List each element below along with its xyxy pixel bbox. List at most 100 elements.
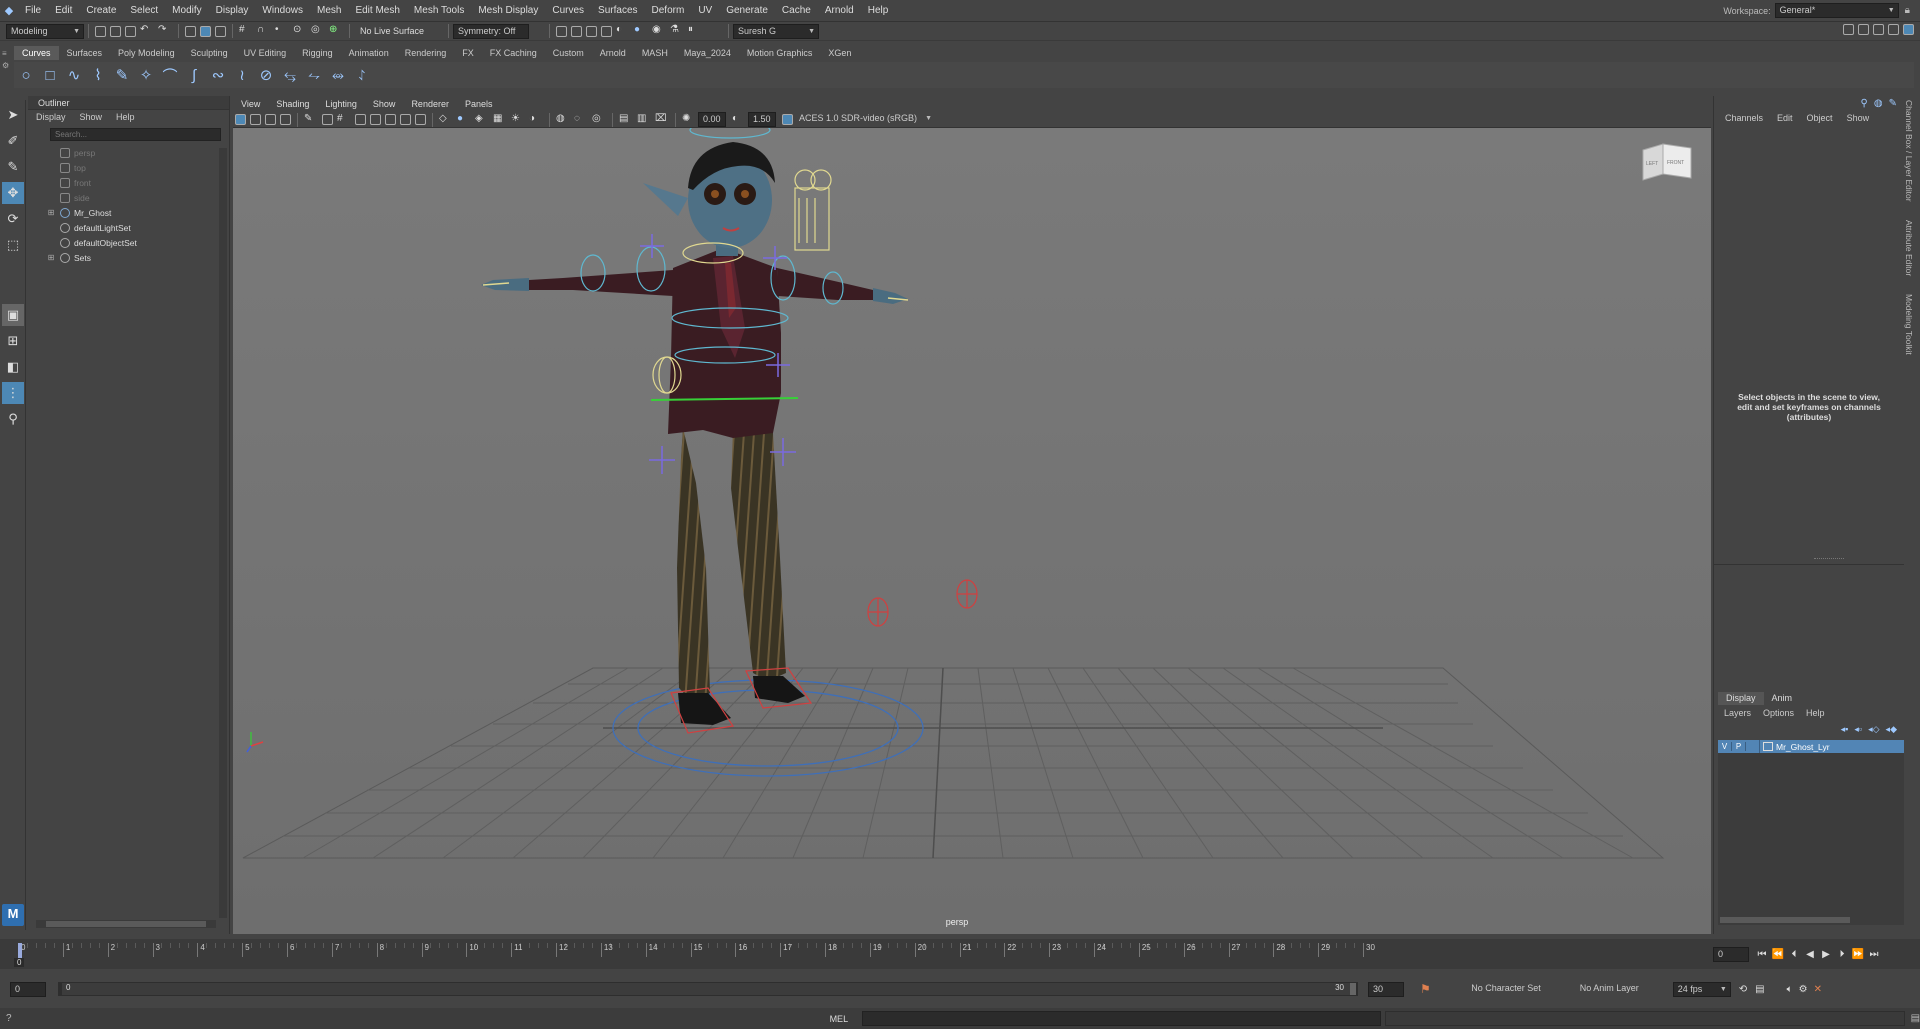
side-tab-2[interactable]: Modeling Toolkit	[1904, 294, 1914, 355]
2d-pan-zoom-icon[interactable]	[322, 114, 333, 125]
menu-curves[interactable]: Curves	[545, 0, 591, 22]
persp-outliner-layout-icon[interactable]: ◧	[2, 356, 24, 378]
safe-action-icon[interactable]	[415, 114, 426, 125]
outliner-item[interactable]: defaultLightSet	[28, 220, 229, 235]
hypershade-icon[interactable]: ◐	[616, 24, 630, 38]
maya-home-icon[interactable]: M	[2, 904, 24, 926]
film-gate-icon[interactable]	[355, 114, 366, 125]
viewport-menu-renderer[interactable]: Renderer	[411, 97, 449, 111]
extend-curve-icon[interactable]: ⥃	[278, 63, 302, 87]
outliner-horizontal-scrollbar[interactable]	[36, 920, 216, 928]
shelf-tab-uv-editing[interactable]: UV Editing	[236, 46, 295, 60]
rebuild-curve-icon[interactable]: ⥈	[326, 63, 350, 87]
smooth-shade-icon[interactable]: ●	[457, 113, 471, 127]
outliner-item[interactable]: persp	[28, 145, 229, 160]
toggle-modeling-toolkit-icon[interactable]	[1843, 24, 1854, 35]
nurbs-circle-icon[interactable]: ○	[14, 63, 38, 87]
viewport-menu-view[interactable]: View	[241, 97, 260, 111]
cache-playback-icon[interactable]: ▤	[1755, 984, 1764, 995]
lasso-tool-icon[interactable]: ✐	[2, 130, 24, 152]
select-tool-icon[interactable]: ➤	[2, 104, 24, 126]
snap-view-icon[interactable]: ⊙	[293, 24, 307, 38]
new-scene-icon[interactable]	[95, 25, 106, 37]
bezier-curve-icon[interactable]: ✧	[134, 63, 158, 87]
step-back-frame-icon[interactable]: ⏴	[1786, 947, 1802, 961]
channel-box-sync-icon[interactable]: ◍	[1874, 98, 1883, 109]
outliner-menu-help[interactable]: Help	[116, 110, 135, 124]
move-tool-icon[interactable]: ✥	[2, 182, 24, 204]
scale-tool-icon[interactable]: ⬚	[2, 234, 24, 256]
time-slider[interactable]: 0 1 2 3 4 5 6 7 8 9 10 11 12 13 14 15 16 17 18 19 20 21 22 23 24…	[0, 939, 1920, 969]
menu-edit[interactable]: Edit	[48, 0, 79, 22]
shelf-tab-maya-2024[interactable]: Maya_2024	[676, 46, 739, 60]
menu-modify[interactable]: Modify	[165, 0, 208, 22]
shelf-tab-xgen[interactable]: XGen	[820, 46, 859, 60]
go-to-start-icon[interactable]: ⏮	[1754, 947, 1770, 961]
layer-horizontal-scrollbar[interactable]	[1720, 917, 1850, 923]
menu-select[interactable]: Select	[123, 0, 165, 22]
camera-attributes-icon[interactable]	[250, 114, 261, 125]
image-plane-icon[interactable]	[280, 114, 291, 125]
layer-tab-anim[interactable]: Anim	[1764, 692, 1801, 705]
fps-dropdown[interactable]: 24 fps ▼	[1672, 981, 1731, 997]
open-scene-icon[interactable]	[110, 25, 121, 37]
new-layer-selected-icon[interactable]: ◂◆	[1886, 724, 1897, 735]
menu-mesh[interactable]: Mesh	[310, 0, 348, 22]
menu-create[interactable]: Create	[79, 0, 123, 22]
current-frame-field[interactable]: 0	[1713, 947, 1749, 962]
use-all-lights-icon[interactable]: ☀	[511, 113, 525, 127]
layer-tab-display[interactable]: Display	[1718, 692, 1764, 705]
outliner-vertical-scrollbar[interactable]	[219, 148, 227, 918]
menu-edit-mesh[interactable]: Edit Mesh	[348, 0, 406, 22]
live-surface-text[interactable]: No Live Surface	[360, 26, 438, 36]
save-scene-icon[interactable]	[125, 25, 136, 37]
shelf-tab-rendering[interactable]: Rendering	[397, 46, 455, 60]
toggle-channel-box-icon[interactable]	[1888, 24, 1899, 35]
insert-knot-icon[interactable]: ⊘	[254, 63, 278, 87]
select-object-icon[interactable]	[200, 25, 211, 37]
channel-box-menu-edit[interactable]: Edit	[1777, 111, 1793, 125]
play-backward-icon[interactable]: ◀	[1802, 947, 1818, 961]
step-forward-frame-icon[interactable]: ⏵	[1834, 947, 1850, 961]
arnold-render-icon[interactable]: ●	[634, 24, 648, 38]
step-forward-key-icon[interactable]: ⏩	[1850, 947, 1866, 961]
toggle-layout-icon[interactable]	[1903, 24, 1914, 35]
menu-surfaces[interactable]: Surfaces	[591, 0, 644, 22]
resolution-gate-icon[interactable]	[370, 114, 381, 125]
textured-icon[interactable]: ▦	[493, 113, 507, 127]
toggle-tool-settings-icon[interactable]	[1873, 24, 1884, 35]
shelf-tab-fx-caching[interactable]: FX Caching	[482, 46, 545, 60]
shelf-tab-sculpting[interactable]: Sculpting	[183, 46, 236, 60]
menu-arnold[interactable]: Arnold	[818, 0, 861, 22]
snap-live-icon[interactable]: ⊕	[329, 24, 343, 38]
new-layer-icon[interactable]: ◂◇	[1868, 724, 1879, 735]
auto-key-icon[interactable]: ⚑	[1420, 982, 1431, 996]
menu-generate[interactable]: Generate	[719, 0, 775, 22]
anim-layer-dropdown[interactable]: No Anim Layer	[1552, 981, 1643, 997]
shelf-tab-animation[interactable]: Animation	[341, 46, 397, 60]
shadows-icon[interactable]: ◑	[529, 113, 543, 127]
outliner-item[interactable]: ⊞ Mr_Ghost	[28, 205, 229, 220]
exposure-icon[interactable]: ✺	[682, 113, 696, 127]
sound-icon[interactable]: 🔈︎	[1787, 984, 1793, 995]
key-ticks-icon[interactable]: ⚙	[1799, 984, 1808, 995]
start-frame-field[interactable]: 0	[10, 981, 46, 997]
zoom-icon[interactable]: ⚲	[2, 408, 24, 430]
symmetry-dropdown[interactable]: Symmetry: Off	[453, 23, 529, 39]
select-hierarchy-icon[interactable]	[185, 25, 196, 37]
attach-curves-icon[interactable]: ∾	[206, 63, 230, 87]
single-perspective-layout-icon[interactable]: ▣	[2, 304, 24, 326]
viewcube[interactable]: LEFT FRONT	[1642, 143, 1692, 181]
go-to-end-icon[interactable]: ⏭	[1866, 947, 1882, 961]
snap-point-icon[interactable]: •	[275, 24, 289, 38]
expand-toggle-icon[interactable]: ⊞	[46, 253, 56, 262]
shelf-tab-curves[interactable]: Curves	[14, 46, 59, 60]
shelf-options-icon[interactable]: ≡ ⚙	[2, 48, 12, 88]
grease-pencil-icon[interactable]: ✎	[304, 113, 318, 127]
side-tab-1[interactable]: Attribute Editor	[1904, 220, 1914, 276]
layer-type-toggle[interactable]	[1746, 740, 1760, 753]
outliner-menu-show[interactable]: Show	[80, 110, 103, 124]
outliner-search-input[interactable]: Search...	[50, 128, 221, 141]
lock-icon[interactable]: 🔒︎	[1905, 5, 1910, 16]
command-input[interactable]	[861, 1011, 1382, 1026]
